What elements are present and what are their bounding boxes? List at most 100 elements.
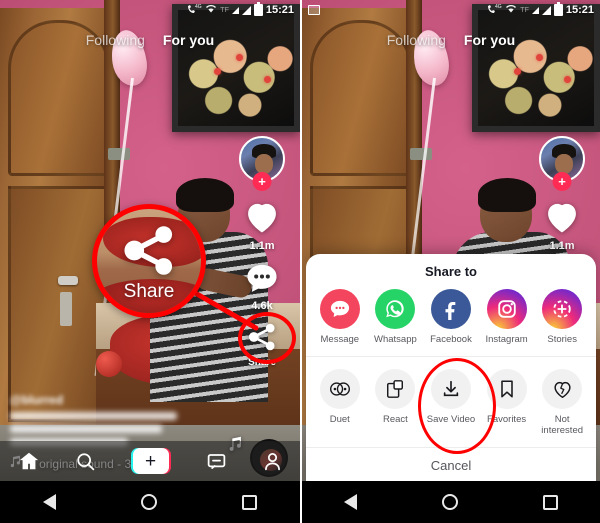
home-circle-icon xyxy=(140,494,157,510)
facebook-icon xyxy=(430,289,471,330)
tab-following[interactable]: Following xyxy=(86,32,145,48)
heart-icon xyxy=(243,200,281,239)
wall-picture-frame xyxy=(172,4,300,132)
wifi-icon xyxy=(205,3,217,17)
signal-bars-icon xyxy=(541,5,551,15)
system-home-button[interactable] xyxy=(441,494,458,510)
action-rail-right: + 1.1m xyxy=(534,136,590,262)
action-react[interactable]: React xyxy=(368,369,424,426)
share-target-instagram[interactable]: Instagram xyxy=(479,289,535,346)
share-magnifier-annotation: Share xyxy=(92,204,206,318)
system-home-button[interactable] xyxy=(140,494,157,510)
action-label: React xyxy=(382,414,408,426)
app-bottom-nav-left: + xyxy=(0,441,300,481)
action-not-interested[interactable]: Not interested xyxy=(534,369,590,437)
action-label: Not interested xyxy=(541,414,584,437)
sim-icon: TF xyxy=(220,6,229,14)
action-label: Save Video xyxy=(426,414,476,426)
instagram-stories-icon xyxy=(542,289,583,330)
system-recents-button[interactable] xyxy=(242,494,258,510)
share-target-facebook[interactable]: Facebook xyxy=(423,289,479,346)
home-icon xyxy=(19,452,38,470)
follow-button[interactable]: + xyxy=(252,172,272,191)
battery-icon xyxy=(553,2,563,16)
system-nav-left xyxy=(0,481,300,523)
search-icon xyxy=(76,452,94,470)
signal-bars-icon xyxy=(231,6,239,14)
feed-tabs-left: Following For you xyxy=(0,32,300,48)
share-target-label: Whatsapp xyxy=(374,334,417,346)
gallery-icon xyxy=(308,5,320,15)
avatar[interactable]: + xyxy=(239,136,285,191)
phone-4g-icon: 4G xyxy=(488,3,502,17)
tab-following[interactable]: Following xyxy=(387,32,446,48)
nav-create[interactable]: + xyxy=(130,448,171,474)
battery-icon xyxy=(253,2,263,16)
person-hair xyxy=(176,178,234,212)
tab-for-you[interactable]: For you xyxy=(163,32,214,48)
wifi-icon xyxy=(505,3,517,17)
status-bar-right-icons: 4G TF 15:21 xyxy=(488,2,594,17)
share-apps-row: Message Whatsapp Facebook Instagram Stor… xyxy=(306,289,596,356)
system-recents-button[interactable] xyxy=(542,494,558,510)
system-back-button[interactable] xyxy=(42,494,56,510)
screenshot-root: 4G TF 15:21 Following For you + 1.1m 4.6… xyxy=(0,0,600,523)
share-target-label: Instagram xyxy=(485,334,528,346)
door-hinge xyxy=(410,148,432,160)
phone-4g-icon: 4G xyxy=(188,3,202,17)
share-target-message[interactable]: Message xyxy=(312,289,368,346)
picture-accent-dot xyxy=(236,54,243,61)
download-icon xyxy=(430,369,471,410)
share-label: Share xyxy=(248,357,276,368)
action-duet[interactable]: Duet xyxy=(312,369,368,426)
status-bar-right-icons: 4G TF 15:21 xyxy=(188,2,294,17)
nav-profile[interactable] xyxy=(262,451,283,472)
message-bubble-icon xyxy=(319,289,360,330)
share-sheet-title: Share to xyxy=(424,264,477,280)
picture-artwork xyxy=(178,10,294,126)
follow-button[interactable]: + xyxy=(552,172,572,191)
share-target-whatsapp[interactable]: Whatsapp xyxy=(368,289,424,346)
picture-accent-dot xyxy=(264,76,271,83)
picture-accent-dot xyxy=(536,54,543,61)
recents-square-icon xyxy=(542,494,558,510)
tab-for-you[interactable]: For you xyxy=(464,32,515,48)
share-icon xyxy=(118,223,180,282)
nav-home[interactable] xyxy=(18,450,40,472)
share-target-stories[interactable]: Stories xyxy=(534,289,590,346)
svg-text:4G: 4G xyxy=(195,4,202,10)
back-icon xyxy=(344,494,358,510)
share-target-label: Stories xyxy=(547,334,577,346)
signal-bars-icon xyxy=(531,6,539,14)
nav-inbox[interactable] xyxy=(206,451,227,472)
nav-discover[interactable] xyxy=(75,451,96,472)
status-time: 15:21 xyxy=(265,4,294,16)
bookmark-icon xyxy=(486,369,527,410)
cancel-button[interactable]: Cancel xyxy=(306,447,596,473)
status-bar-left: 4G TF 15:21 xyxy=(0,0,300,20)
magnifier-share-label: Share xyxy=(123,281,175,302)
action-save-video[interactable]: Save Video xyxy=(423,369,479,426)
back-icon xyxy=(42,494,56,510)
right-phone-screenshot: 4G TF 15:21 Following For you + 1.1m Sha… xyxy=(300,0,600,523)
share-sheet: Share to Message Whatsapp Facebook Insta… xyxy=(306,254,596,481)
plus-icon: + xyxy=(132,448,169,474)
caption-line xyxy=(10,425,162,433)
share-target-label: Facebook xyxy=(430,334,472,346)
caption-username: @blurred xyxy=(10,393,64,407)
recents-square-icon xyxy=(242,494,258,510)
door-handle xyxy=(58,276,78,285)
system-back-button[interactable] xyxy=(344,494,358,510)
like-button[interactable]: 1.1m xyxy=(243,200,281,252)
wall-picture-frame xyxy=(472,4,600,132)
like-button[interactable]: 1.1m xyxy=(543,200,581,252)
picture-accent-dot xyxy=(564,76,571,83)
home-circle-icon xyxy=(441,494,458,510)
action-label: Duet xyxy=(329,414,350,426)
action-favorites[interactable]: Favorites xyxy=(479,369,535,426)
broken-heart-icon xyxy=(542,369,583,410)
avatar[interactable]: + xyxy=(539,136,585,191)
status-bar-right: 4G TF 15:21 xyxy=(302,0,600,20)
person-hair xyxy=(478,178,536,212)
status-bar-left-icons xyxy=(308,5,488,15)
